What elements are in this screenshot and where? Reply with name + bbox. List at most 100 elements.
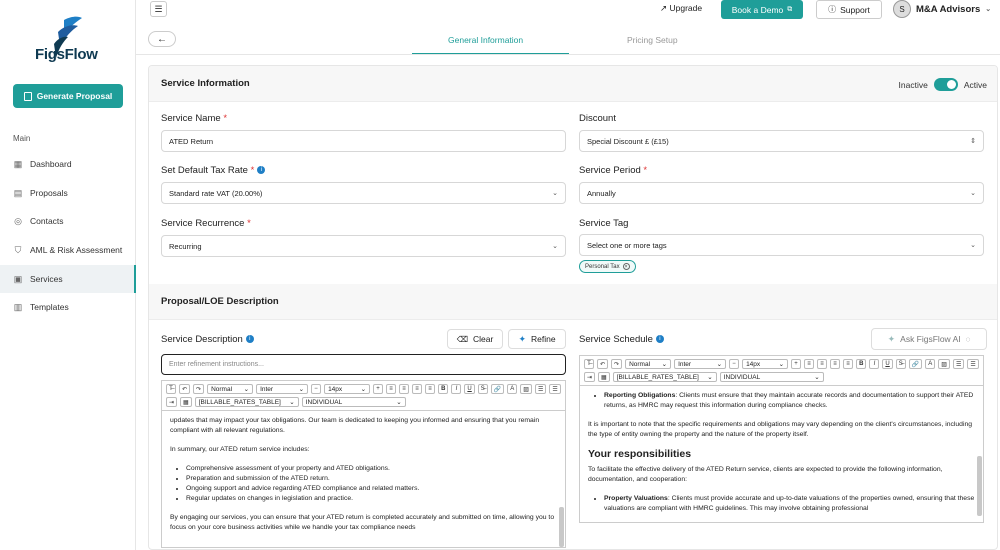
link-icon[interactable]: 🔗 <box>908 359 923 369</box>
service-name-label: Service Name * <box>161 113 228 124</box>
sidebar-item-contacts[interactable]: ◎ Contacts <box>0 207 136 235</box>
increase-size-icon[interactable]: + <box>373 384 384 394</box>
align-center-icon[interactable]: ≡ <box>399 384 410 394</box>
individual-select[interactable]: INDIVIDUAL ⌄ <box>301 397 406 407</box>
description-content[interactable]: updates that may impact your tax obligat… <box>162 411 565 549</box>
redo-icon[interactable]: ↷ <box>611 359 623 369</box>
undo-icon[interactable]: ↶ <box>179 384 191 394</box>
redo-icon[interactable]: ↷ <box>193 384 205 394</box>
individual-select[interactable]: INDIVIDUAL ⌄ <box>719 372 824 382</box>
font-select[interactable]: Inter ⌄ <box>674 359 727 369</box>
font-size-select[interactable]: 14px ⌄ <box>742 359 789 369</box>
shield-icon: ⛉ <box>14 245 22 255</box>
clear-button[interactable]: ⌫ Clear <box>447 329 503 349</box>
highlight-icon[interactable]: ▨ <box>938 359 950 369</box>
sidebar-item-dashboard[interactable]: ▦ Dashboard <box>0 150 136 178</box>
strikethrough-icon[interactable]: S̶ <box>477 384 488 394</box>
align-right-icon[interactable]: ≡ <box>830 359 841 369</box>
period-select[interactable]: Annually ⌄ <box>579 182 984 204</box>
increase-size-icon[interactable]: + <box>791 359 802 369</box>
italic-icon[interactable]: I <box>451 384 462 394</box>
indent-icon[interactable]: ⇥ <box>584 372 596 382</box>
service-schedule-label: Service Schedule i <box>579 334 664 345</box>
sidebar-item-templates[interactable]: ▥ Templates <box>0 293 136 321</box>
decrease-size-icon[interactable]: − <box>311 384 322 394</box>
highlight-icon[interactable]: ▨ <box>520 384 532 394</box>
bullet-list-icon[interactable]: ☰ <box>967 359 979 369</box>
tag-chip-label: Personal Tax <box>585 263 620 270</box>
tag-placeholder: Select one or more tags <box>587 240 667 250</box>
menu-toggle-button[interactable]: ☰ <box>150 1 167 17</box>
recurrence-select[interactable]: Recurring ⌄ <box>161 235 566 257</box>
text-color-icon[interactable]: A <box>507 384 518 394</box>
tax-rate-select[interactable]: Standard rate VAT (20.00%) ⌄ <box>161 182 566 204</box>
align-right-icon[interactable]: ≡ <box>412 384 423 394</box>
discount-value: Special Discount £ (£15) <box>587 136 669 146</box>
refinement-input[interactable]: Enter refinement instructions... <box>161 354 566 375</box>
table-icon[interactable]: ▦ <box>598 372 610 382</box>
bold-icon[interactable]: B <box>438 384 449 394</box>
schedule-editor[interactable]: T̶ ↶ ↷ Normal ⌄ Inter ⌄ − 14px ⌄ + ≡ ≡ ≡ ≡ … <box>579 355 984 523</box>
avatar: S <box>893 0 911 18</box>
table-token-select[interactable]: [BILLABLE_RATES_TABLE] ⌄ <box>612 372 717 382</box>
strikethrough-icon[interactable]: S̶ <box>895 359 906 369</box>
tag-chip[interactable]: Personal Tax × <box>579 260 636 273</box>
list-item: Reporting Obligations: Clients must ensu… <box>604 391 975 411</box>
sidebar-item-label: Dashboard <box>30 159 72 169</box>
text-color-icon[interactable]: A <box>925 359 936 369</box>
italic-icon[interactable]: I <box>869 359 880 369</box>
ask-figsflow-ai-button[interactable]: ✦ Ask FigsFlow AI ◌ <box>871 328 987 350</box>
account-menu[interactable]: S M&A Advisors ⌄ <box>893 0 991 18</box>
undo-icon[interactable]: ↶ <box>597 359 609 369</box>
scrollbar[interactable] <box>559 507 564 547</box>
tab-pricing-setup[interactable]: Pricing Setup <box>627 35 678 45</box>
tag-select[interactable]: Select one or more tags ⌄ <box>579 234 984 256</box>
bullet-list-icon[interactable]: ☰ <box>549 384 561 394</box>
indent-icon[interactable]: ⇥ <box>166 397 178 407</box>
justify-icon[interactable]: ≡ <box>425 384 436 394</box>
service-name-input[interactable]: ATED Return <box>161 130 566 152</box>
sidebar-item-services[interactable]: ▣ Services <box>0 265 136 293</box>
scrollbar[interactable] <box>977 456 982 516</box>
refine-button[interactable]: ✦ Refine <box>508 329 566 349</box>
font-size-select[interactable]: 14px ⌄ <box>324 384 371 394</box>
ordered-list-icon[interactable]: ☰ <box>534 384 547 394</box>
font-select[interactable]: Inter ⌄ <box>256 384 309 394</box>
ordered-list-icon[interactable]: ☰ <box>952 359 965 369</box>
table-icon[interactable]: ▦ <box>180 397 192 407</box>
paragraph-style-select[interactable]: Normal ⌄ <box>625 359 672 369</box>
align-left-icon[interactable]: ≡ <box>804 359 815 369</box>
list-item: Ongoing support and advice regarding ATE… <box>186 484 557 494</box>
book-demo-button[interactable]: Book a Demo ⧉ <box>721 0 803 19</box>
link-icon[interactable]: 🔗 <box>490 384 505 394</box>
sidebar-item-aml[interactable]: ⛉ AML & Risk Assessment <box>0 236 136 264</box>
align-center-icon[interactable]: ≡ <box>817 359 828 369</box>
decrease-size-icon[interactable]: − <box>729 359 740 369</box>
service-info-title: Service Information <box>161 78 250 89</box>
clear-format-icon[interactable]: T̶ <box>166 384 176 394</box>
support-button[interactable]: ⓘ Support <box>816 0 882 19</box>
services-icon: ▣ <box>13 274 23 284</box>
table-token-select[interactable]: [BILLABLE_RATES_TABLE] ⌄ <box>194 397 299 407</box>
align-left-icon[interactable]: ≡ <box>386 384 397 394</box>
paragraph-style-select[interactable]: Normal ⌄ <box>207 384 254 394</box>
document-icon <box>23 91 32 101</box>
remove-tag-icon[interactable]: × <box>622 263 630 270</box>
underline-icon[interactable]: U <box>464 384 475 394</box>
generate-proposal-button[interactable]: Generate Proposal <box>13 84 123 108</box>
underline-icon[interactable]: U <box>882 359 893 369</box>
status-toggle[interactable] <box>933 78 958 91</box>
schedule-content[interactable]: Reporting Obligations: Clients must ensu… <box>580 386 983 524</box>
hamburger-icon: ☰ <box>154 3 163 14</box>
justify-icon[interactable]: ≡ <box>843 359 854 369</box>
discount-select[interactable]: Special Discount £ (£15) ⇕ <box>579 130 984 152</box>
back-button[interactable]: ← <box>148 31 176 47</box>
upgrade-link[interactable]: ↗ Upgrade <box>660 3 702 14</box>
clear-format-icon[interactable]: T̶ <box>584 359 594 369</box>
chevron-down-icon: ⌄ <box>552 190 558 197</box>
tab-general-information[interactable]: General Information <box>448 35 523 45</box>
paragraph: updates that may impact your tax obligat… <box>170 417 540 434</box>
sidebar-item-proposals[interactable]: ▤ Proposals <box>0 179 136 207</box>
bold-icon[interactable]: B <box>856 359 867 369</box>
description-editor[interactable]: T̶ ↶ ↷ Normal ⌄ Inter ⌄ − 14px ⌄ + ≡ ≡ ≡ ≡ … <box>161 380 566 548</box>
